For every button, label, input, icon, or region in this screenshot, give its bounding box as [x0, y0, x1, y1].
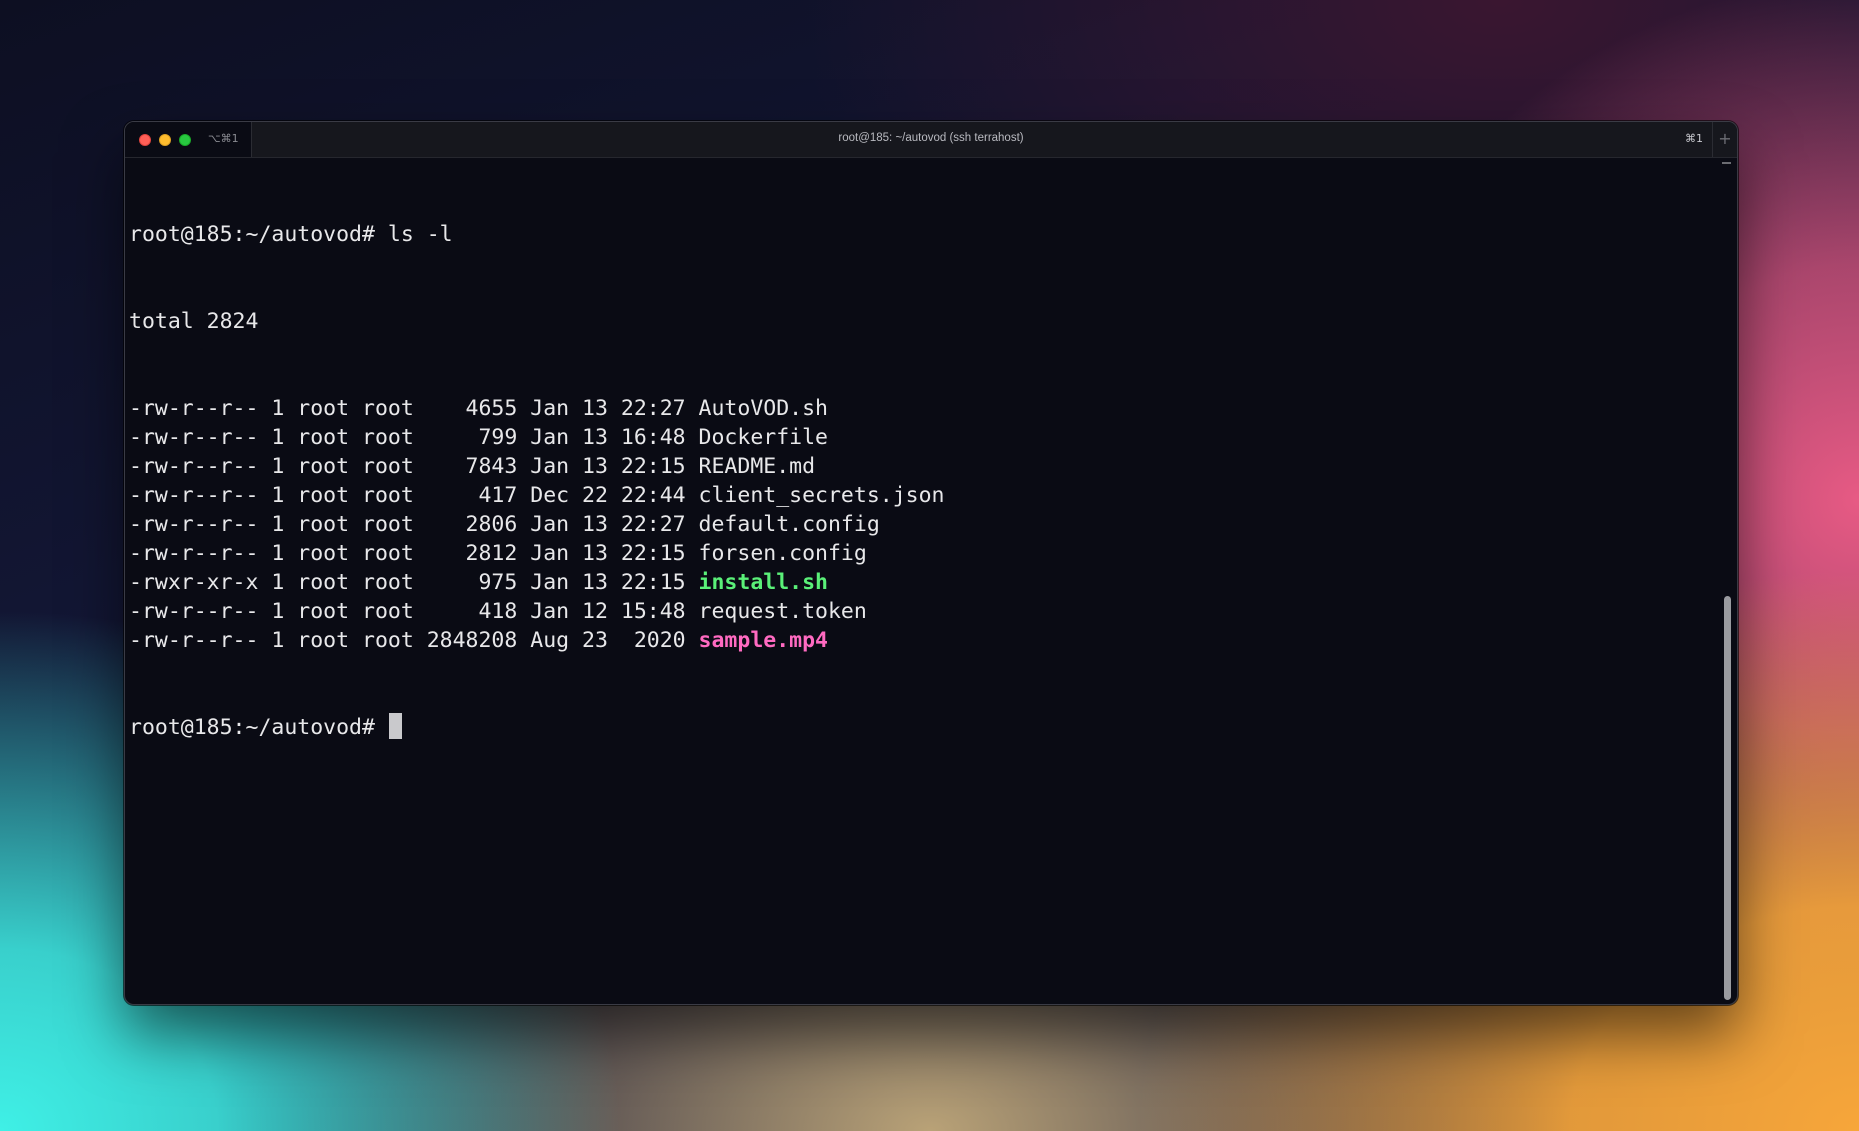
listing-row: -rwxr-xr-x 1 root root 975 Jan 13 22:15 … — [129, 568, 945, 597]
listing-row: -rw-r--r-- 1 root root 799 Jan 13 16:48 … — [129, 423, 945, 452]
listing-row: -rw-r--r-- 1 root root 2812 Jan 13 22:15… — [129, 539, 945, 568]
prompt-text: root@185:~/autovod# — [129, 715, 388, 740]
listing-row-filename: client_secrets.json — [698, 483, 945, 508]
prompt-line[interactable]: root@185:~/autovod# — [129, 713, 945, 742]
file-listing: -rw-r--r-- 1 root root 4655 Jan 13 22:27… — [129, 394, 945, 655]
listing-row-meta: -rw-r--r-- 1 root root 4655 Jan 13 22:27 — [129, 396, 699, 421]
listing-row-meta: -rwxr-xr-x 1 root root 975 Jan 13 22:15 — [129, 570, 699, 595]
title-bar[interactable]: ⌥⌘1 root@185: ~/autovod (ssh terrahost) … — [125, 122, 1737, 158]
listing-row: -rw-r--r-- 1 root root 418 Jan 12 15:48 … — [129, 597, 945, 626]
listing-row-filename: forsen.config — [698, 541, 867, 566]
window-title: root@185: ~/autovod (ssh terrahost) — [838, 132, 1024, 144]
listing-row-filename: README.md — [698, 454, 816, 479]
listing-row-meta: -rw-r--r-- 1 root root 7843 Jan 13 22:15 — [129, 454, 699, 479]
listing-row-meta: -rw-r--r-- 1 root root 2848208 Aug 23 20… — [129, 628, 699, 653]
scrollbar-top-cap — [1722, 162, 1731, 164]
cursor — [388, 713, 402, 739]
listing-row: -rw-r--r-- 1 root root 417 Dec 22 22:44 … — [129, 481, 945, 510]
total-line: total 2824 — [129, 309, 259, 334]
listing-row-filename: install.sh — [698, 570, 828, 595]
listing-row-filename: default.config — [698, 512, 880, 537]
terminal-output[interactable]: root@185:~/autovod# ls -l total 2824 -rw… — [129, 162, 945, 800]
tab-shortcut-right: ⌘1 — [1685, 132, 1703, 145]
new-tab-button[interactable]: + — [1712, 122, 1737, 157]
listing-row-filename: AutoVOD.sh — [698, 396, 828, 421]
command-line: root@185:~/autovod# ls -l — [129, 222, 453, 247]
listing-row-meta: -rw-r--r-- 1 root root 799 Jan 13 16:48 — [129, 425, 699, 450]
listing-row-meta: -rw-r--r-- 1 root root 2806 Jan 13 22:27 — [129, 512, 699, 537]
listing-row-filename: request.token — [698, 599, 867, 624]
listing-row-meta: -rw-r--r-- 1 root root 417 Dec 22 22:44 — [129, 483, 699, 508]
listing-row-meta: -rw-r--r-- 1 root root 2812 Jan 13 22:15 — [129, 541, 699, 566]
listing-row: -rw-r--r-- 1 root root 7843 Jan 13 22:15… — [129, 452, 945, 481]
listing-row: -rw-r--r-- 1 root root 2806 Jan 13 22:27… — [129, 510, 945, 539]
listing-row: -rw-r--r-- 1 root root 2848208 Aug 23 20… — [129, 626, 945, 655]
listing-row-filename: Dockerfile — [698, 425, 828, 450]
terminal-window: ⌥⌘1 root@185: ~/autovod (ssh terrahost) … — [124, 121, 1738, 1005]
listing-row-meta: -rw-r--r-- 1 root root 418 Jan 12 15:48 — [129, 599, 699, 624]
listing-row: -rw-r--r-- 1 root root 4655 Jan 13 22:27… — [129, 394, 945, 423]
listing-row-filename: sample.mp4 — [698, 628, 828, 653]
scrollbar-thumb[interactable] — [1724, 596, 1731, 1000]
